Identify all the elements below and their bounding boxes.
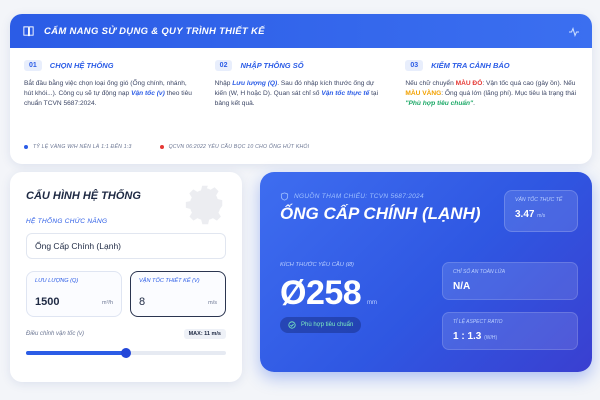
- slider-fill: [26, 351, 126, 355]
- shield-icon: [280, 192, 289, 201]
- status-badge: Phù hợp tiêu chuẩn: [280, 317, 362, 333]
- system-select[interactable]: Ống Cấp Chính (Lạnh): [26, 233, 226, 259]
- footer-note: TỶ LỆ VÀNG W/H NÊN LÀ 1:1 ĐẾN 1:3: [24, 144, 132, 150]
- guide-footer: TỶ LỆ VÀNG W/H NÊN LÀ 1:1 ĐẾN 1:3 QCVN 0…: [24, 144, 309, 150]
- guide-header: CẨM NANG SỬ DỤNG & QUY TRÌNH THIẾT KẾ: [10, 14, 592, 48]
- velocity-unit: m/s: [208, 300, 217, 306]
- gear-icon: [185, 185, 223, 225]
- flow-label: LƯU LƯỢNG (Q): [35, 278, 79, 284]
- bullet-icon: [24, 145, 28, 149]
- activity-icon: [568, 25, 580, 37]
- step-title: NHẬP THÔNG SỐ: [240, 61, 304, 70]
- actual-velocity-label: VẬN TỐC THỰC TẾ: [515, 197, 563, 203]
- check-circle-icon: [288, 321, 296, 329]
- flow-value: 1500: [35, 296, 60, 308]
- step-title: CHỌN HỆ THỐNG: [49, 61, 114, 70]
- guide-title: CẨM NANG SỬ DỤNG & QUY TRÌNH THIẾT KẾ: [44, 25, 265, 37]
- velocity-slider[interactable]: [26, 348, 226, 358]
- result-title: ỐNG CẤP CHÍNH (LẠNH): [280, 204, 481, 223]
- config-card: CẤU HÌNH HỆ THỐNG HỆ THỐNG CHỨC NĂNG Ống…: [10, 172, 242, 382]
- system-select-value: Ống Cấp Chính (Lạnh): [35, 241, 121, 251]
- guide-card: CẨM NANG SỬ DỤNG & QUY TRÌNH THIẾT KẾ 01…: [10, 14, 592, 164]
- step-description: Nhập Lưu lượng (Q). Sau đó nhập kích thư…: [214, 80, 379, 107]
- step-number: 03: [405, 60, 424, 71]
- actual-velocity-value: 3.47 m/s: [515, 209, 546, 220]
- aspect-ratio-label: TỈ LỆ ASPECT RATIO: [453, 319, 503, 325]
- guide-step-2: 02 NHẬP THÔNG SỐ Nhập Lưu lượng (Q). Sau…: [214, 60, 388, 109]
- velocity-input[interactable]: VẬN TỐC THIẾT KẾ (V) 8 m/s: [130, 271, 226, 317]
- step-description: Nếu chữ chuyển MÀU ĐỎ: Vận tốc quá cao (…: [405, 80, 577, 107]
- bullet-icon: [159, 145, 164, 149]
- aspect-ratio-box: TỈ LỆ ASPECT RATIO 1 : 1.3 (W/H): [442, 312, 578, 350]
- fire-safety-box: CHỈ SỐ AN TOÀN LỬA N/A: [442, 262, 578, 300]
- size-unit: mm: [367, 300, 377, 306]
- fire-safety-value: N/A: [453, 281, 471, 292]
- velocity-value: 8: [139, 296, 146, 308]
- slider-thumb[interactable]: [121, 348, 131, 358]
- aspect-ratio-value: 1 : 1.3 (W/H): [453, 331, 498, 342]
- footer-note: QCVN 06:2022 YÊU CẦU BỌC 10 CHO ỐNG HÚT …: [159, 144, 310, 150]
- size-value: Ø258: [280, 274, 362, 312]
- result-card: NGUỒN THAM CHIẾU: TCVN 5687:2024 ỐNG CẤP…: [260, 172, 592, 372]
- step-description: Bắt đầu bằng việc chọn loại ống gió (Ống…: [24, 80, 192, 107]
- guide-step-1: 01 CHỌN HỆ THỐNG Bắt đầu bằng việc chọn …: [24, 60, 197, 109]
- source-reference: NGUỒN THAM CHIẾU: TCVN 5687:2024: [280, 192, 424, 201]
- step-number: 02: [214, 60, 233, 71]
- fire-safety-label: CHỈ SỐ AN TOÀN LỬA: [453, 269, 506, 275]
- guide-step-3: 03 KIỂM TRA CẢNH BÁO Nếu chữ chuyển MÀU …: [405, 60, 578, 109]
- book-icon: [22, 24, 36, 38]
- max-badge: MAX: 11 m/s: [183, 329, 226, 339]
- velocity-label: VẬN TỐC THIẾT KẾ (V): [139, 278, 200, 284]
- step-number: 01: [24, 60, 42, 71]
- flow-unit: m³/h: [102, 300, 113, 306]
- step-title: KIỂM TRA CẢNH BÁO: [431, 61, 510, 70]
- actual-velocity-box: VẬN TỐC THỰC TẾ 3.47 m/s: [504, 190, 578, 232]
- flow-input[interactable]: LƯU LƯỢNG (Q) 1500 m³/h: [26, 271, 122, 317]
- slider-label: Điều chỉnh vận tốc (v): [26, 331, 85, 337]
- size-label: KÍCH THƯỚC YÊU CẦU (Ø): [280, 262, 354, 268]
